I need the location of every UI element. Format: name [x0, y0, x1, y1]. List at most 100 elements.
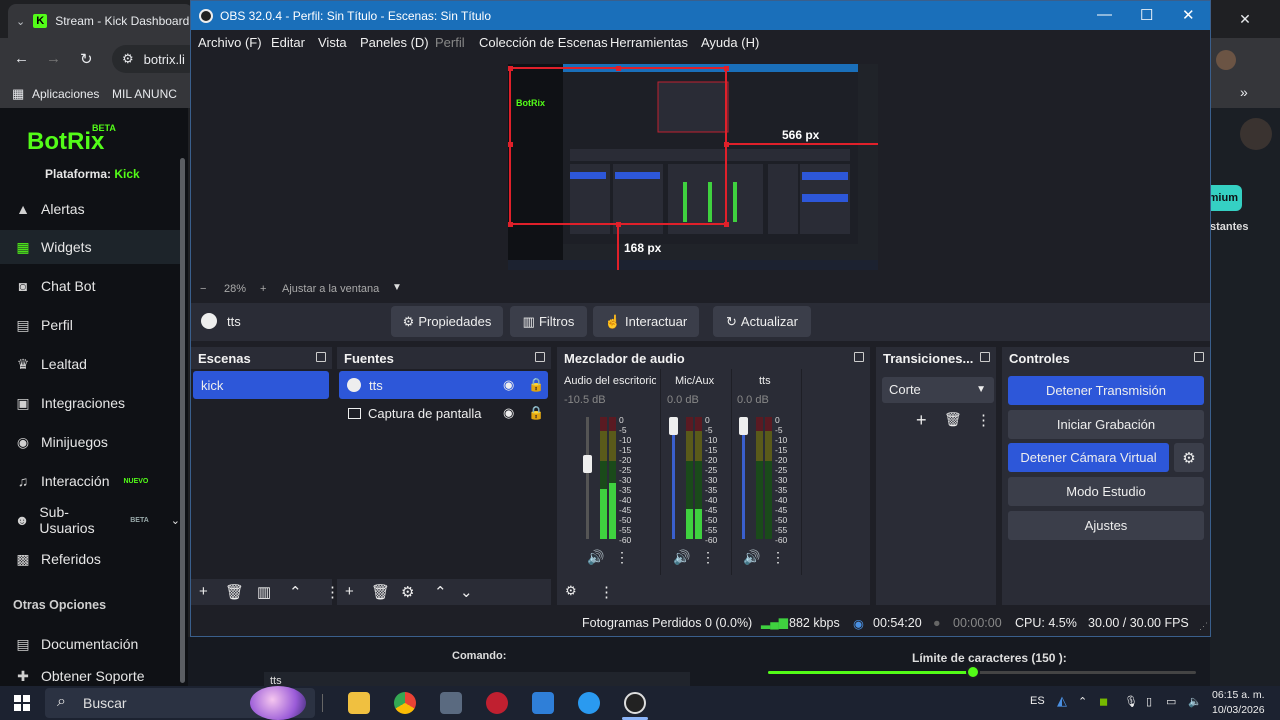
add-transition-icon[interactable]: + — [916, 410, 927, 431]
menu-vista[interactable]: Vista — [318, 35, 347, 50]
resize-grip-icon[interactable]: ⋰ — [1199, 621, 1208, 632]
tray-app-icon[interactable]: ◭ — [1057, 693, 1067, 709]
fit-window-label[interactable]: Ajustar a la ventana — [282, 283, 379, 295]
source-properties-gear-icon[interactable]: ⚙ — [401, 583, 414, 601]
app-red-icon[interactable] — [486, 692, 508, 714]
undock-icon[interactable] — [316, 352, 326, 362]
apps-grid-icon[interactable]: ▦ — [12, 86, 24, 102]
undock-icon[interactable] — [535, 352, 545, 362]
settings-button[interactable]: Ajustes — [1008, 511, 1204, 540]
bookmark-mil[interactable]: MIL ANUNC — [112, 87, 177, 101]
sidebar-item-perfil[interactable]: ▤ Perfil — [0, 308, 180, 342]
stop-virtual-camera-button[interactable]: Detener Cámara Virtual — [1008, 443, 1169, 472]
speaker-icon[interactable]: 🔊 — [587, 549, 604, 566]
menu-archivo[interactable]: Archivo (F) — [198, 35, 262, 50]
virtual-camera-settings-button[interactable]: ⚙ — [1174, 443, 1204, 472]
mixer-menu-icon[interactable]: ⋮ — [599, 583, 614, 601]
command-input[interactable]: tts — [264, 672, 690, 686]
more-bookmarks-icon[interactable]: » — [1240, 84, 1248, 100]
tab-list-chevron-icon[interactable]: ⌄ — [16, 15, 25, 28]
channel-menu-icon[interactable]: ⋮ — [615, 549, 629, 566]
filters-button[interactable]: ▥ Filtros — [510, 306, 587, 337]
site-info-icon[interactable]: ⚙ — [122, 51, 134, 67]
sidebar-item-integraciones[interactable]: ▣ Integraciones — [0, 386, 180, 420]
taskbar-search[interactable]: ⌕ Buscar — [45, 686, 315, 720]
calculator-icon[interactable] — [440, 692, 462, 714]
profile-avatar-icon[interactable] — [1216, 50, 1236, 70]
reload-icon[interactable]: ↻ — [80, 50, 93, 68]
address-bar[interactable]: ⚙ botrix.li — [112, 45, 202, 73]
sidebar-item-referidos[interactable]: ▩ Referidos — [0, 542, 180, 576]
menu-coleccion[interactable]: Colección de Escenas — [479, 35, 608, 50]
interact-button[interactable]: ☝ Interactuar — [593, 306, 699, 337]
undock-icon[interactable] — [854, 352, 864, 362]
move-up-icon[interactable]: ⌃ — [434, 583, 447, 601]
sidebar-item-interaccion[interactable]: ♫ Interacción NUEVO — [0, 464, 180, 498]
zoom-in-button[interactable]: + — [260, 283, 266, 295]
transition-menu-icon[interactable]: ⋮ — [976, 411, 991, 429]
scene-item[interactable]: kick — [193, 371, 329, 399]
properties-button[interactable]: ⚙ Propiedades — [391, 306, 503, 337]
file-explorer-icon[interactable] — [348, 692, 370, 714]
obs-taskbar-icon[interactable] — [624, 692, 646, 714]
sidebar-item-minijuegos[interactable]: ◉ Minijuegos — [0, 425, 180, 459]
transition-select[interactable]: Corte ▼ — [882, 377, 994, 403]
maximize-icon[interactable]: ☐ — [1140, 6, 1153, 24]
lock-icon[interactable]: 🔒 — [528, 405, 544, 421]
app-window-icon[interactable] — [532, 692, 554, 714]
zoom-dropdown-icon[interactable]: ▼ — [392, 282, 402, 293]
volume-fader-knob[interactable] — [669, 417, 678, 435]
menu-herramientas[interactable]: Herramientas — [610, 35, 688, 50]
sidebar-item-alertas[interactable]: ▲ Alertas — [0, 192, 180, 226]
zoom-out-button[interactable]: − — [200, 283, 206, 295]
stop-streaming-button[interactable]: Detener Transmisión — [1008, 376, 1204, 405]
app-triangle-icon[interactable] — [578, 692, 600, 714]
language-indicator[interactable]: ES — [1030, 695, 1045, 707]
taskbar-clock[interactable]: 06:15 a. m. 10/03/2026 — [1212, 688, 1265, 718]
sidebar-item-widgets[interactable]: ▦ Widgets — [0, 230, 180, 264]
premium-button[interactable]: mium — [1209, 185, 1242, 211]
browser-tab[interactable]: ⌄ K Stream - Kick Dashboard — [8, 4, 193, 38]
move-down-icon[interactable]: ⌄ — [460, 583, 473, 601]
remove-source-icon[interactable]: 🗑 — [371, 583, 390, 601]
remove-scene-icon[interactable]: 🗑 — [225, 583, 244, 601]
minimize-icon[interactable]: — — [1097, 6, 1112, 23]
tray-battery-icon[interactable]: ▯ — [1146, 695, 1152, 708]
browser-close-icon[interactable]: ✕ — [1210, 0, 1280, 38]
windows-start-icon[interactable] — [14, 695, 30, 711]
menu-perfil[interactable]: Perfil — [435, 35, 465, 50]
source-item[interactable]: tts ◉ 🔒 — [339, 371, 548, 399]
obs-titlebar[interactable]: OBS 32.0.4 - Perfil: Sin Título - Escena… — [191, 1, 1210, 30]
chevron-down-icon[interactable]: ⌄ — [171, 514, 180, 527]
eye-icon[interactable]: ◉ — [503, 405, 514, 421]
menu-paneles[interactable]: Paneles (D) — [360, 35, 429, 50]
remove-transition-icon[interactable]: 🗑 — [944, 411, 962, 428]
sidebar-item-documentacion[interactable]: ▤ Documentación — [0, 627, 180, 661]
tray-chevron-icon[interactable]: ⌃ — [1078, 695, 1087, 708]
sidebar-item-soporte[interactable]: ✚ Obtener Soporte — [0, 668, 180, 686]
scene-filters-icon[interactable]: ▥ — [257, 583, 271, 601]
bookmark-apps[interactable]: Aplicaciones — [32, 87, 99, 101]
preview-canvas[interactable]: BotRix 566 px 168 px — [508, 64, 878, 270]
speaker-icon[interactable]: 🔊 — [743, 549, 760, 566]
obs-preview[interactable]: BotRix 566 px 168 px — [191, 54, 1210, 282]
menu-editar[interactable]: Editar — [271, 35, 305, 50]
sidebar-item-chatbot[interactable]: ◙ Chat Bot — [0, 269, 180, 303]
forward-icon[interactable]: → — [46, 50, 61, 67]
channel-menu-icon[interactable]: ⋮ — [771, 549, 785, 566]
add-source-icon[interactable]: + — [345, 583, 354, 600]
tray-mic-icon[interactable]: 🎙 — [1124, 695, 1138, 708]
tray-nvidia-icon[interactable]: ◼ — [1099, 695, 1108, 708]
volume-fader-track[interactable] — [586, 417, 589, 539]
start-recording-button[interactable]: Iniciar Grabación — [1008, 410, 1204, 439]
volume-fader-knob[interactable] — [739, 417, 748, 435]
undock-icon[interactable] — [980, 352, 990, 362]
user-avatar[interactable] — [1240, 118, 1272, 150]
advanced-audio-gear-icon[interactable]: ⚙ — [565, 583, 577, 599]
eye-icon[interactable]: ◉ — [503, 377, 514, 393]
sidebar-item-subusuarios[interactable]: ☻ Sub-Usuarios BETA ⌄ — [0, 503, 180, 537]
close-icon[interactable]: ✕ — [1182, 6, 1195, 24]
sidebar-item-lealtad[interactable]: ♛ Lealtad — [0, 347, 180, 381]
sidebar-scrollbar[interactable] — [180, 158, 185, 683]
tray-network-icon[interactable]: ▭ — [1166, 695, 1176, 708]
